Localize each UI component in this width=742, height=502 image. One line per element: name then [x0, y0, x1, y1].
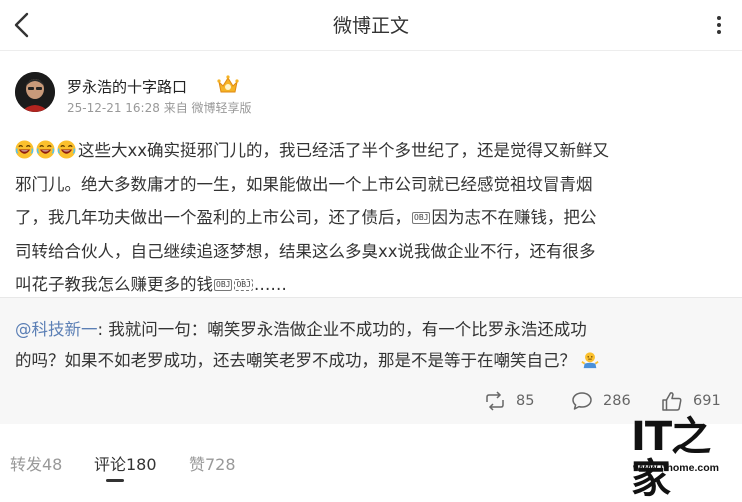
repost-count: 85	[516, 393, 535, 409]
author-name[interactable]: 罗永浩的十字路口	[67, 76, 187, 97]
active-tab-indicator	[106, 479, 124, 482]
shrug-emoji-icon	[581, 352, 599, 369]
post-line-4: 司转给合伙人，自己继续追逐梦想，结果这么多臭xx说我做企业不行，还有很多	[15, 241, 596, 261]
post-source: 来自 微博轻享版	[163, 101, 252, 115]
laughing-emoji-icon	[57, 140, 76, 159]
tab-reposts[interactable]: 转发48	[10, 451, 62, 475]
repost-line-2: 的吗？如果不如老罗成功，还去嘲笑老罗不成功，那是不是等于在嘲笑自己？	[15, 345, 727, 376]
post-line-3: 了，我几年功夫做出一个盈利的上市公司，还了债后， OBJ 因为志不在赚钱，把公	[15, 201, 727, 235]
obj-placeholder-tag: OBJ	[214, 279, 233, 291]
like-icon	[662, 392, 682, 411]
page-title: 微博正文	[332, 15, 409, 37]
repost-line-1-text: : 我就问一句：嘲笑罗永浩做企业不成功的，有一个比罗永浩还成功	[97, 320, 587, 339]
repost-count-button[interactable]: 85	[484, 389, 534, 413]
post-line-3b: 因为志不在赚钱，把公	[431, 208, 597, 227]
laughing-emoji-icon	[15, 140, 34, 159]
user-mention-link[interactable]: @科技新一	[15, 320, 98, 339]
laughing-emoji-icon	[36, 140, 55, 159]
repost-line-1: @科技新一: 我就问一句：嘲笑罗永浩做企业不成功的，有一个比罗永浩还成功	[15, 314, 727, 345]
post-line-1-text: 这些大xx确实挺邪门儿的，我已经活了半个多世纪了，还是觉得又新鲜又	[78, 141, 610, 160]
ithome-watermark: IT之家 www.ithome.com	[625, 410, 742, 500]
repost-icon	[486, 391, 504, 411]
comment-icon	[572, 392, 592, 410]
repost-text: @科技新一: 我就问一句：嘲笑罗永浩做企业不成功的，有一个比罗永浩还成功 的吗？…	[15, 314, 727, 376]
tab-comments[interactable]: 评论180	[94, 451, 157, 475]
comment-count: 286	[603, 393, 631, 409]
obj-placeholder-tag: OBJ	[412, 212, 431, 224]
tab-likes[interactable]: 赞728	[189, 451, 236, 475]
post-meta: 25-12-21 16:28 来自 微博轻享版	[67, 99, 252, 116]
post-line-5a: 叫花子教我怎么赚更多的钱	[15, 275, 213, 294]
author-header: 罗永浩的十字路口 25-12-21 16:28 来自 微博轻享版	[15, 68, 715, 116]
more-button[interactable]	[708, 14, 730, 36]
like-count: 691	[693, 393, 721, 409]
avatar-image	[15, 72, 55, 112]
reposted-comment[interactable]: @科技新一: 我就问一句：嘲笑罗永浩做企业不成功的，有一个比罗永浩还成功 的吗？…	[0, 298, 742, 424]
post-line-3a: 了，我几年功夫做出一个盈利的上市公司，还了债后，	[15, 208, 411, 227]
obj-placeholder-tag: OBJ	[234, 279, 253, 291]
more-dots-icon	[717, 16, 721, 34]
post-ellipsis: ……	[253, 275, 287, 294]
post-line-1: 这些大xx确实挺邪门儿的，我已经活了半个多世纪了，还是觉得又新鲜又	[15, 134, 727, 168]
comment-count-button[interactable]: 286	[571, 389, 631, 413]
post-text: 这些大xx确实挺邪门儿的，我已经活了半个多世纪了，还是觉得又新鲜又 邪门儿。绝大…	[15, 134, 727, 302]
watermark-url: www.ithome.com	[633, 462, 719, 474]
repost-line-2-text: 的吗？如果不如老罗成功，还去嘲笑老罗不成功，那是不是等于在嘲笑自己？	[15, 351, 576, 370]
vip-crown-icon	[217, 75, 239, 93]
avatar[interactable]	[15, 72, 55, 112]
watermark-logo: IT之家	[631, 414, 711, 502]
post-timestamp: 25-12-21 16:28	[67, 101, 160, 115]
nav-bar: 微博正文	[0, 0, 742, 51]
vip-badge[interactable]	[216, 74, 240, 96]
post-line-2: 邪门儿。绝大多数庸才的一生，如果能做出一个上市公司就已经感觉祖坟冒青烟	[15, 174, 593, 194]
